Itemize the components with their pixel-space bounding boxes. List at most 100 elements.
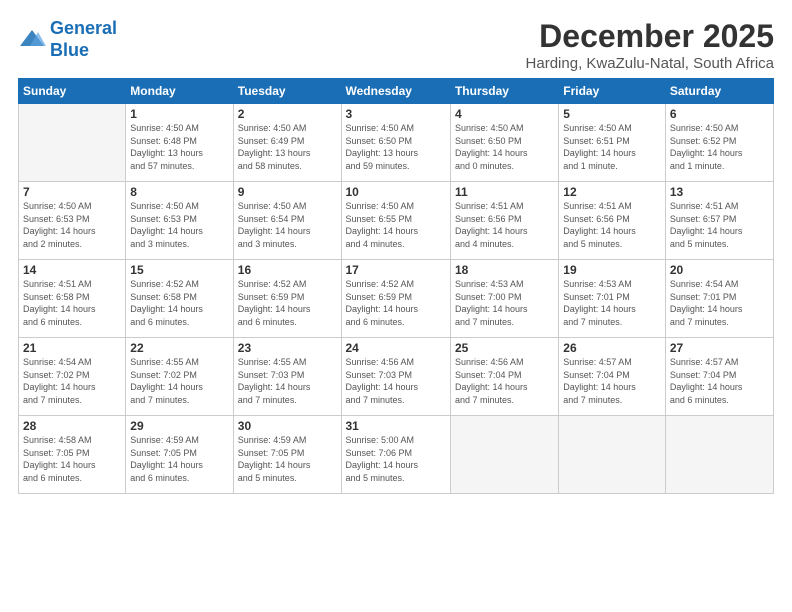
day-info: Sunrise: 4:50 AM Sunset: 6:48 PM Dayligh… — [130, 122, 228, 172]
day-cell: 11Sunrise: 4:51 AM Sunset: 6:56 PM Dayli… — [450, 182, 558, 260]
day-cell — [559, 416, 666, 494]
day-info: Sunrise: 4:50 AM Sunset: 6:54 PM Dayligh… — [238, 200, 337, 250]
day-number: 26 — [563, 341, 661, 355]
col-header-tuesday: Tuesday — [233, 79, 341, 104]
day-number: 17 — [346, 263, 446, 277]
day-cell — [19, 104, 126, 182]
day-cell: 8Sunrise: 4:50 AM Sunset: 6:53 PM Daylig… — [126, 182, 233, 260]
day-cell: 22Sunrise: 4:55 AM Sunset: 7:02 PM Dayli… — [126, 338, 233, 416]
day-cell: 30Sunrise: 4:59 AM Sunset: 7:05 PM Dayli… — [233, 416, 341, 494]
day-number: 7 — [23, 185, 121, 199]
day-info: Sunrise: 5:00 AM Sunset: 7:06 PM Dayligh… — [346, 434, 446, 484]
week-row-4: 28Sunrise: 4:58 AM Sunset: 7:05 PM Dayli… — [19, 416, 774, 494]
header: General Blue December 2025 Harding, KwaZ… — [18, 18, 774, 72]
day-info: Sunrise: 4:50 AM Sunset: 6:53 PM Dayligh… — [23, 200, 121, 250]
day-number: 19 — [563, 263, 661, 277]
day-cell: 1Sunrise: 4:50 AM Sunset: 6:48 PM Daylig… — [126, 104, 233, 182]
day-info: Sunrise: 4:54 AM Sunset: 7:02 PM Dayligh… — [23, 356, 121, 406]
day-number: 15 — [130, 263, 228, 277]
day-cell: 3Sunrise: 4:50 AM Sunset: 6:50 PM Daylig… — [341, 104, 450, 182]
week-row-3: 21Sunrise: 4:54 AM Sunset: 7:02 PM Dayli… — [19, 338, 774, 416]
day-cell: 7Sunrise: 4:50 AM Sunset: 6:53 PM Daylig… — [19, 182, 126, 260]
day-cell: 12Sunrise: 4:51 AM Sunset: 6:56 PM Dayli… — [559, 182, 666, 260]
day-cell: 5Sunrise: 4:50 AM Sunset: 6:51 PM Daylig… — [559, 104, 666, 182]
page: General Blue December 2025 Harding, KwaZ… — [0, 0, 792, 612]
day-info: Sunrise: 4:53 AM Sunset: 7:01 PM Dayligh… — [563, 278, 661, 328]
day-info: Sunrise: 4:52 AM Sunset: 6:59 PM Dayligh… — [346, 278, 446, 328]
col-header-saturday: Saturday — [665, 79, 773, 104]
day-number: 5 — [563, 107, 661, 121]
day-number: 3 — [346, 107, 446, 121]
day-info: Sunrise: 4:51 AM Sunset: 6:57 PM Dayligh… — [670, 200, 769, 250]
col-header-sunday: Sunday — [19, 79, 126, 104]
day-number: 23 — [238, 341, 337, 355]
logo-text: General Blue — [50, 18, 117, 61]
title-block: December 2025 Harding, KwaZulu-Natal, So… — [526, 18, 774, 72]
day-info: Sunrise: 4:52 AM Sunset: 6:59 PM Dayligh… — [238, 278, 337, 328]
day-number: 13 — [670, 185, 769, 199]
day-info: Sunrise: 4:51 AM Sunset: 6:58 PM Dayligh… — [23, 278, 121, 328]
day-info: Sunrise: 4:54 AM Sunset: 7:01 PM Dayligh… — [670, 278, 769, 328]
day-cell: 26Sunrise: 4:57 AM Sunset: 7:04 PM Dayli… — [559, 338, 666, 416]
day-cell: 20Sunrise: 4:54 AM Sunset: 7:01 PM Dayli… — [665, 260, 773, 338]
day-info: Sunrise: 4:50 AM Sunset: 6:52 PM Dayligh… — [670, 122, 769, 172]
day-cell: 18Sunrise: 4:53 AM Sunset: 7:00 PM Dayli… — [450, 260, 558, 338]
day-info: Sunrise: 4:50 AM Sunset: 6:50 PM Dayligh… — [346, 122, 446, 172]
day-number: 1 — [130, 107, 228, 121]
logo-icon — [18, 28, 46, 52]
week-row-1: 7Sunrise: 4:50 AM Sunset: 6:53 PM Daylig… — [19, 182, 774, 260]
day-info: Sunrise: 4:53 AM Sunset: 7:00 PM Dayligh… — [455, 278, 554, 328]
day-info: Sunrise: 4:56 AM Sunset: 7:04 PM Dayligh… — [455, 356, 554, 406]
day-info: Sunrise: 4:58 AM Sunset: 7:05 PM Dayligh… — [23, 434, 121, 484]
col-header-thursday: Thursday — [450, 79, 558, 104]
day-cell: 24Sunrise: 4:56 AM Sunset: 7:03 PM Dayli… — [341, 338, 450, 416]
col-header-wednesday: Wednesday — [341, 79, 450, 104]
day-cell: 19Sunrise: 4:53 AM Sunset: 7:01 PM Dayli… — [559, 260, 666, 338]
day-info: Sunrise: 4:50 AM Sunset: 6:53 PM Dayligh… — [130, 200, 228, 250]
day-number: 6 — [670, 107, 769, 121]
day-cell: 6Sunrise: 4:50 AM Sunset: 6:52 PM Daylig… — [665, 104, 773, 182]
day-info: Sunrise: 4:57 AM Sunset: 7:04 PM Dayligh… — [670, 356, 769, 406]
day-cell: 10Sunrise: 4:50 AM Sunset: 6:55 PM Dayli… — [341, 182, 450, 260]
day-info: Sunrise: 4:50 AM Sunset: 6:50 PM Dayligh… — [455, 122, 554, 172]
day-number: 8 — [130, 185, 228, 199]
day-cell: 15Sunrise: 4:52 AM Sunset: 6:58 PM Dayli… — [126, 260, 233, 338]
day-info: Sunrise: 4:52 AM Sunset: 6:58 PM Dayligh… — [130, 278, 228, 328]
day-number: 21 — [23, 341, 121, 355]
day-number: 16 — [238, 263, 337, 277]
day-number: 11 — [455, 185, 554, 199]
day-info: Sunrise: 4:55 AM Sunset: 7:03 PM Dayligh… — [238, 356, 337, 406]
day-info: Sunrise: 4:50 AM Sunset: 6:55 PM Dayligh… — [346, 200, 446, 250]
day-info: Sunrise: 4:59 AM Sunset: 7:05 PM Dayligh… — [130, 434, 228, 484]
day-number: 22 — [130, 341, 228, 355]
week-row-0: 1Sunrise: 4:50 AM Sunset: 6:48 PM Daylig… — [19, 104, 774, 182]
day-number: 20 — [670, 263, 769, 277]
day-cell: 13Sunrise: 4:51 AM Sunset: 6:57 PM Dayli… — [665, 182, 773, 260]
day-number: 2 — [238, 107, 337, 121]
day-cell: 29Sunrise: 4:59 AM Sunset: 7:05 PM Dayli… — [126, 416, 233, 494]
day-cell: 14Sunrise: 4:51 AM Sunset: 6:58 PM Dayli… — [19, 260, 126, 338]
day-cell: 27Sunrise: 4:57 AM Sunset: 7:04 PM Dayli… — [665, 338, 773, 416]
day-number: 24 — [346, 341, 446, 355]
day-number: 9 — [238, 185, 337, 199]
day-info: Sunrise: 4:59 AM Sunset: 7:05 PM Dayligh… — [238, 434, 337, 484]
day-cell: 28Sunrise: 4:58 AM Sunset: 7:05 PM Dayli… — [19, 416, 126, 494]
day-number: 30 — [238, 419, 337, 433]
day-number: 28 — [23, 419, 121, 433]
day-info: Sunrise: 4:51 AM Sunset: 6:56 PM Dayligh… — [563, 200, 661, 250]
logo: General Blue — [18, 18, 117, 61]
month-title: December 2025 — [526, 18, 774, 55]
day-cell: 25Sunrise: 4:56 AM Sunset: 7:04 PM Dayli… — [450, 338, 558, 416]
day-cell: 23Sunrise: 4:55 AM Sunset: 7:03 PM Dayli… — [233, 338, 341, 416]
day-number: 25 — [455, 341, 554, 355]
day-cell — [450, 416, 558, 494]
col-header-monday: Monday — [126, 79, 233, 104]
day-number: 14 — [23, 263, 121, 277]
day-info: Sunrise: 4:51 AM Sunset: 6:56 PM Dayligh… — [455, 200, 554, 250]
day-info: Sunrise: 4:50 AM Sunset: 6:51 PM Dayligh… — [563, 122, 661, 172]
day-cell: 2Sunrise: 4:50 AM Sunset: 6:49 PM Daylig… — [233, 104, 341, 182]
subtitle: Harding, KwaZulu-Natal, South Africa — [526, 55, 774, 72]
day-number: 18 — [455, 263, 554, 277]
day-info: Sunrise: 4:50 AM Sunset: 6:49 PM Dayligh… — [238, 122, 337, 172]
week-row-2: 14Sunrise: 4:51 AM Sunset: 6:58 PM Dayli… — [19, 260, 774, 338]
